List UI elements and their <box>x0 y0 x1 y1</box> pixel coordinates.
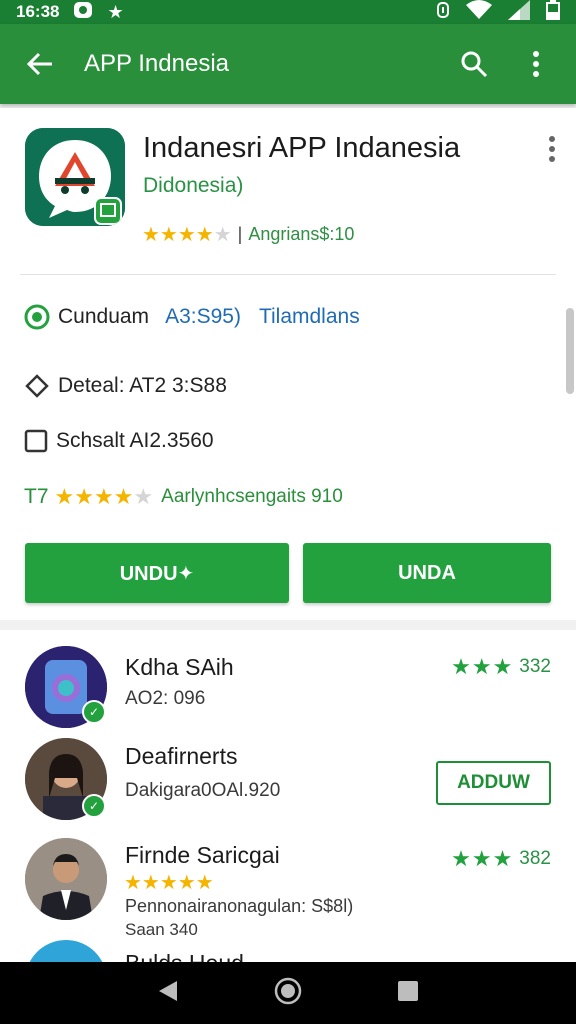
search-icon <box>461 51 488 78</box>
app-rating: ★★★★★ | Angrians$:10 <box>142 224 355 246</box>
item-subtitle: Pennonairanonagulan: S$8l) <box>125 896 354 916</box>
item-stars: ★★★★★ <box>124 872 214 894</box>
rating-count: Angrians$:10 <box>248 224 355 244</box>
system-nav-bar <box>0 962 576 1024</box>
item-rating: ★★★ 332 <box>451 654 551 680</box>
add-button[interactable]: ADDUW <box>436 761 551 805</box>
app-icon <box>25 128 125 226</box>
status-bar: 16:38 ★ <box>0 0 576 24</box>
search-button[interactable] <box>452 42 496 86</box>
item-rating: ★★★ 382 <box>451 846 551 872</box>
app-avatar <box>25 940 107 962</box>
arrow-back-icon <box>26 52 52 76</box>
item-rating-stars: ★★★ <box>451 846 514 871</box>
overflow-menu-button[interactable] <box>514 42 558 86</box>
rating-prefix: T7 <box>24 485 49 508</box>
app-more-button[interactable] <box>548 136 556 167</box>
notification-icon <box>73 1 93 24</box>
size-row: Schsalt AI2.3560 <box>24 429 214 453</box>
wifi-icon <box>466 0 492 25</box>
nav-home-button[interactable] <box>274 977 302 1010</box>
size-text: Schsalt AI2.3560 <box>56 429 214 452</box>
download-value: A3:S95) <box>165 305 241 328</box>
scrollbar[interactable] <box>566 308 574 394</box>
checkbox-icon <box>24 429 48 453</box>
divider <box>20 274 556 275</box>
page-title: APP Indnesia <box>84 50 229 77</box>
back-button[interactable] <box>18 42 62 86</box>
more-vert-icon <box>533 51 539 77</box>
detail-row: Deteal: AT2 3:S88 <box>24 373 227 399</box>
item-subtitle: AO2: 096 <box>125 688 206 709</box>
item-subtitle: Dakigara0OAl.920 <box>125 780 281 801</box>
status-time: 16:38 <box>16 2 60 21</box>
radio-selected-icon <box>24 304 50 330</box>
installed-badge: ✓ <box>82 700 106 724</box>
item-subtitle-2: Saan 340 <box>125 920 198 939</box>
related-apps-list: ✓ Kdha SAih AO2: 096 ★★★ 332 ✓ Deafirner… <box>0 630 576 962</box>
recents-square-icon <box>397 980 418 1001</box>
signal-icon <box>508 0 530 25</box>
nav-recents-button[interactable] <box>397 980 419 1007</box>
app-detail-card: Indanesri APP Indanesia Didonesia) ★★★★★… <box>0 108 576 620</box>
install-button[interactable]: UNDU✦ <box>25 543 289 603</box>
back-triangle-icon <box>159 980 178 1001</box>
battery-icon <box>546 0 560 25</box>
download-link[interactable]: Tilamdlans <box>259 305 360 329</box>
item-name: Bulds Heud <box>125 950 244 962</box>
rating-row-stars: ★★★★★ <box>54 484 154 509</box>
download-row: Cunduam A3:S95) Tilamdlans <box>24 304 360 330</box>
item-name: Deafirnerts <box>125 743 238 769</box>
app-developer-link[interactable]: Didonesia) <box>143 174 243 198</box>
download-label: Cunduam <box>58 305 150 328</box>
item-name: Firnde Saricgai <box>125 842 280 868</box>
app-avatar <box>25 838 107 920</box>
item-rating-value: 382 <box>519 848 551 869</box>
item-name: Kdha SAih <box>125 654 234 680</box>
rating-row: T7 ★★★★★ Aarlynhcsengaits 910 <box>24 484 343 510</box>
item-rating-value: 332 <box>519 656 551 677</box>
sparkle-icon: ★ <box>107 1 124 22</box>
rating-stars: ★★★★★ <box>142 224 232 246</box>
download-button[interactable]: UNDA <box>303 543 551 603</box>
home-circle-icon <box>274 977 302 1004</box>
item-rating-stars: ★★★ <box>451 654 514 679</box>
rating-row-text: Aarlynhcsengaits 910 <box>161 486 343 507</box>
tag-icon <box>25 374 49 398</box>
app-bar: APP Indnesia <box>0 24 576 104</box>
more-vert-icon <box>549 136 555 162</box>
alarm-icon <box>436 1 450 24</box>
app-name: Indanesri APP Indanesia <box>143 132 461 164</box>
nav-back-button[interactable] <box>157 979 179 1008</box>
installed-badge: ✓ <box>82 794 106 818</box>
detail-text: Deteal: AT2 3:S88 <box>58 374 227 397</box>
